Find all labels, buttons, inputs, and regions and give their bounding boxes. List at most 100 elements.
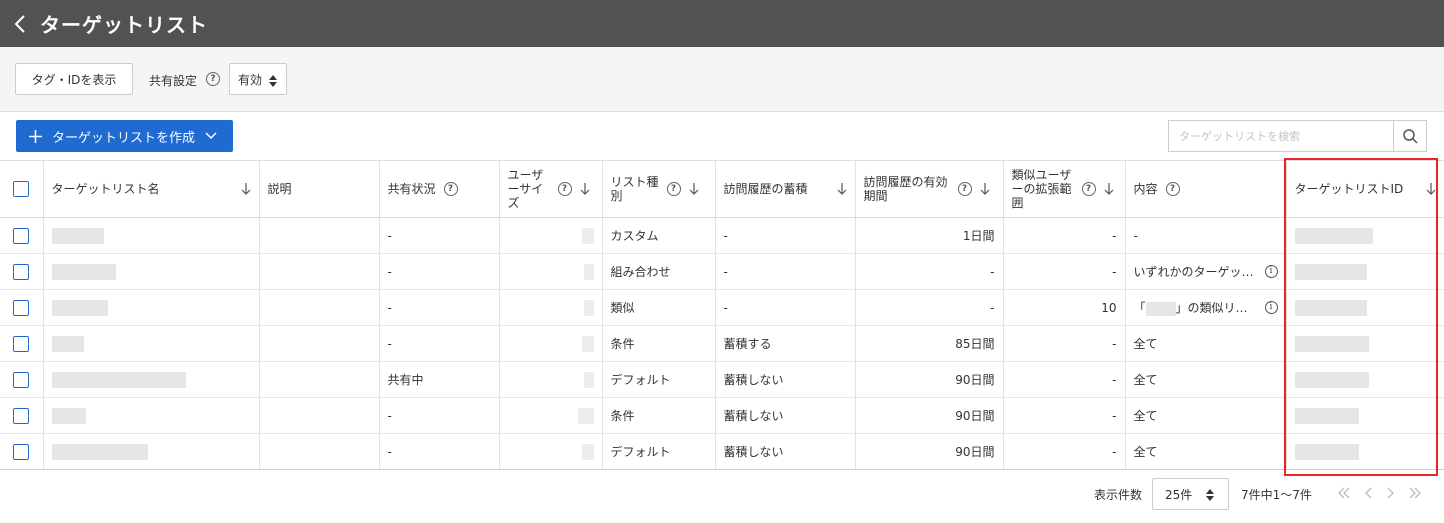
cell-name[interactable]	[43, 325, 260, 362]
search-input[interactable]	[1169, 121, 1393, 151]
cell-user-size	[499, 433, 603, 470]
redacted-user-size	[583, 263, 594, 280]
cell-content: いずれかのターゲッ… i	[1125, 253, 1287, 290]
prev-page-button[interactable]	[1363, 486, 1373, 500]
cell-list-type: デフォルト	[602, 433, 716, 470]
info-icon[interactable]: i	[1264, 265, 1278, 278]
col-header-similar-expansion[interactable]: 類似ユーザーの拡張範囲 ?	[1003, 160, 1126, 218]
sort-arrow-down-icon[interactable]	[980, 183, 990, 195]
page-title: ターゲットリスト	[40, 13, 208, 37]
cell-name[interactable]	[43, 433, 260, 470]
user-size-help-icon[interactable]: ?	[557, 182, 572, 196]
cell-share-status: -	[379, 433, 500, 470]
table-row[interactable]: - カスタム - 1日間 - -	[0, 217, 1444, 254]
sort-arrow-down-icon[interactable]	[241, 183, 251, 195]
cell-visit-history: 蓄積する	[715, 325, 856, 362]
col-header-name[interactable]: ターゲットリスト名	[43, 160, 260, 218]
col-header-target-id[interactable]: ターゲットリストID	[1286, 160, 1444, 218]
redacted-name	[51, 443, 148, 460]
visit-period-help-icon[interactable]: ?	[957, 182, 972, 196]
per-page-value: 25件	[1165, 487, 1193, 502]
cell-target-id	[1286, 361, 1444, 398]
sort-arrow-down-icon[interactable]	[1426, 183, 1436, 195]
redacted-target-id	[1294, 263, 1367, 280]
cell-target-id	[1286, 289, 1444, 326]
cell-name[interactable]	[43, 253, 260, 290]
share-status-help-icon[interactable]: ?	[443, 182, 458, 196]
col-header-description: 説明	[259, 160, 380, 218]
cell-similar-expansion: -	[1003, 325, 1126, 362]
info-icon[interactable]: i	[1264, 301, 1278, 314]
share-setting-help-icon[interactable]: ?	[206, 72, 220, 86]
cell-visit-period: -	[855, 289, 1004, 326]
cell-name[interactable]	[43, 361, 260, 398]
cell-visit-history: -	[715, 289, 856, 326]
cell-share-status: -	[379, 397, 500, 434]
cell-description	[259, 361, 380, 398]
cell-content: 全て	[1125, 397, 1287, 434]
share-setting-label: 共有設定	[149, 74, 198, 88]
row-checkbox[interactable]	[13, 407, 30, 424]
next-page-button[interactable]	[1386, 486, 1396, 500]
sort-arrow-down-icon[interactable]	[1104, 183, 1114, 195]
cell-visit-history: -	[715, 217, 856, 254]
create-target-list-button[interactable]: ターゲットリストを作成	[16, 120, 233, 152]
sort-arrow-down-icon[interactable]	[580, 183, 590, 195]
redacted-name	[51, 299, 108, 316]
redacted-user-size	[577, 407, 594, 424]
similar-expansion-help-icon[interactable]: ?	[1081, 182, 1096, 196]
table-row[interactable]: - 組み合わせ - - - いずれかのターゲッ… i	[0, 253, 1444, 290]
row-checkbox[interactable]	[13, 371, 30, 388]
col-header-visit-period[interactable]: 訪問履歴の有効期間 ?	[855, 160, 1004, 218]
table-row[interactable]: - 条件 蓄積しない 90日間 - 全て	[0, 397, 1444, 434]
col-header-visit-history[interactable]: 訪問履歴の蓄積	[715, 160, 856, 218]
row-checkbox[interactable]	[13, 443, 30, 460]
cell-target-id	[1286, 253, 1444, 290]
table-row[interactable]: - デフォルト 蓄積しない 90日間 - 全て	[0, 433, 1444, 470]
cell-description	[259, 289, 380, 326]
cell-target-id	[1286, 397, 1444, 434]
cell-visit-period: 90日間	[855, 361, 1004, 398]
cell-list-type: 条件	[602, 325, 716, 362]
table-row[interactable]: - 類似 - - 10 「」の類似リ… i	[0, 289, 1444, 326]
search-button[interactable]	[1393, 121, 1426, 151]
cell-visit-period: 90日間	[855, 397, 1004, 434]
show-tag-id-button[interactable]: タグ・IDを表示	[15, 63, 133, 95]
cell-similar-expansion: -	[1003, 217, 1126, 254]
row-checkbox[interactable]	[13, 335, 30, 352]
cell-visit-period: 90日間	[855, 433, 1004, 470]
toolbar: タグ・IDを表示 共有設定 ? 有効	[0, 47, 1444, 112]
redacted-target-id	[1294, 227, 1373, 244]
search-icon	[1402, 128, 1418, 144]
last-page-button[interactable]	[1408, 486, 1422, 500]
cell-user-size	[499, 325, 603, 362]
back-button[interactable]	[0, 0, 40, 47]
table-row[interactable]: 共有中 デフォルト 蓄積しない 90日間 - 全て	[0, 361, 1444, 398]
select-updown-icon	[269, 75, 277, 87]
row-checkbox[interactable]	[13, 263, 30, 280]
cell-name[interactable]	[43, 289, 260, 326]
cell-name[interactable]	[43, 397, 260, 434]
cell-share-status: -	[379, 253, 500, 290]
sort-arrow-down-icon[interactable]	[837, 183, 847, 195]
row-checkbox[interactable]	[13, 299, 30, 316]
col-header-user-size[interactable]: ユーザーサイズ ?	[499, 160, 603, 218]
redacted-name	[51, 263, 116, 280]
per-page-select[interactable]: 25件	[1152, 478, 1229, 510]
col-header-list-type[interactable]: リスト種別 ?	[602, 160, 716, 218]
cell-similar-expansion: -	[1003, 433, 1126, 470]
cell-content: 全て	[1125, 433, 1287, 470]
first-page-button[interactable]	[1337, 486, 1351, 500]
row-checkbox[interactable]	[13, 227, 30, 244]
cell-visit-period: 1日間	[855, 217, 1004, 254]
double-chevron-right-icon	[1409, 487, 1421, 499]
cell-share-status: 共有中	[379, 361, 500, 398]
share-setting-select[interactable]: 有効	[229, 63, 287, 95]
sort-arrow-down-icon[interactable]	[689, 183, 699, 195]
select-all-checkbox[interactable]	[13, 181, 30, 197]
col-header-content: 内容?	[1125, 160, 1287, 218]
content-help-icon[interactable]: ?	[1165, 182, 1180, 196]
table-row[interactable]: - 条件 蓄積する 85日間 - 全て	[0, 325, 1444, 362]
cell-name[interactable]	[43, 217, 260, 254]
list-type-help-icon[interactable]: ?	[666, 182, 681, 196]
